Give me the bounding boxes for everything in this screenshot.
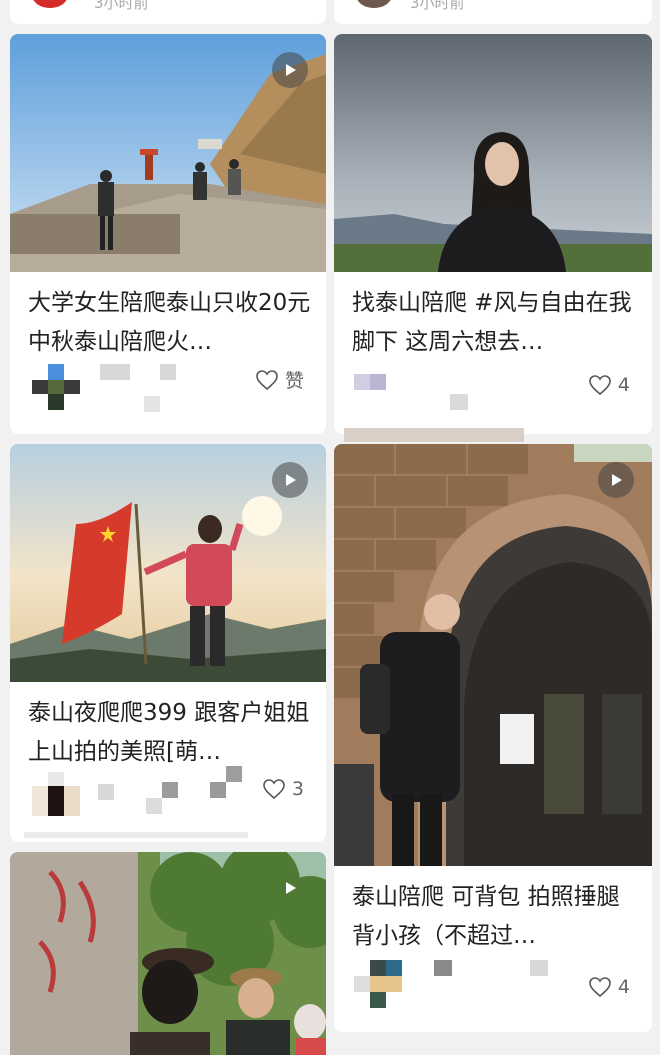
post-time: 3小时前: [94, 0, 149, 12]
post-thumbnail[interactable]: [334, 34, 652, 272]
like-count: 4: [617, 976, 630, 998]
post-title[interactable]: 泰山陪爬 可背包 拍照捶腿 背小孩（不超过…: [352, 878, 638, 956]
post-thumbnail[interactable]: [10, 34, 326, 272]
username: [226, 766, 242, 782]
avatar: [356, 0, 392, 8]
avatar: [354, 374, 370, 390]
username: [530, 960, 548, 976]
like-button[interactable]: 赞: [255, 366, 304, 393]
post-card[interactable]: 找泰山陪爬 #风与自由在我脚下 这周六想去… 4: [334, 34, 652, 434]
username: [162, 782, 178, 798]
avatar: [32, 0, 68, 8]
username: [100, 364, 130, 380]
post-card[interactable]: 泰山夜爬爬399 跟客户姐姐上山拍的美照[萌… 3: [10, 444, 326, 842]
username: [434, 960, 452, 976]
partial-card-top-right[interactable]: 3小时前: [334, 0, 652, 24]
username: [160, 364, 176, 380]
post-card[interactable]: [10, 852, 326, 1055]
play-icon[interactable]: [272, 52, 308, 88]
like-button[interactable]: 3: [262, 778, 304, 800]
post-title[interactable]: 泰山夜爬爬399 跟客户姐姐上山拍的美照[萌…: [28, 694, 312, 772]
post-thumbnail[interactable]: [10, 444, 326, 682]
post-title[interactable]: 大学女生陪爬泰山只收20元 中秋泰山陪爬火…: [28, 284, 312, 362]
avatar: [354, 960, 402, 1008]
post-card[interactable]: 大学女生陪爬泰山只收20元 中秋泰山陪爬火… 赞: [10, 34, 326, 434]
portrait-photo: [334, 34, 652, 272]
avatar: [32, 364, 82, 410]
avatar: [32, 772, 80, 818]
partial-card-top-left[interactable]: 3小时前: [10, 0, 326, 24]
post-time: 3小时前: [410, 0, 465, 12]
play-icon[interactable]: [598, 462, 634, 498]
stone-gate-photo: [334, 444, 652, 866]
play-icon[interactable]: [272, 870, 308, 906]
like-count: 赞: [284, 370, 304, 392]
blurred-strip: [344, 428, 524, 442]
username: [450, 394, 468, 410]
like-count: 4: [617, 374, 630, 396]
username: [146, 798, 162, 814]
heart-outline-icon: [589, 977, 611, 998]
username: [144, 396, 160, 412]
post-title[interactable]: 找泰山陪爬 #风与自由在我脚下 这周六想去…: [352, 284, 638, 362]
play-icon[interactable]: [272, 462, 308, 498]
like-count: 3: [291, 778, 304, 800]
heart-outline-icon: [256, 369, 278, 390]
username: [210, 782, 226, 798]
heart-outline-icon: [589, 375, 611, 396]
username: [98, 784, 114, 800]
post-thumbnail[interactable]: [10, 852, 326, 1055]
post-card[interactable]: 泰山陪爬 可背包 拍照捶腿 背小孩（不超过… 4: [334, 444, 652, 1032]
divider: [24, 832, 248, 838]
heart-outline-icon: [263, 779, 285, 800]
post-thumbnail[interactable]: [334, 444, 652, 866]
like-button[interactable]: 4: [588, 976, 630, 998]
like-button[interactable]: 4: [588, 374, 630, 396]
